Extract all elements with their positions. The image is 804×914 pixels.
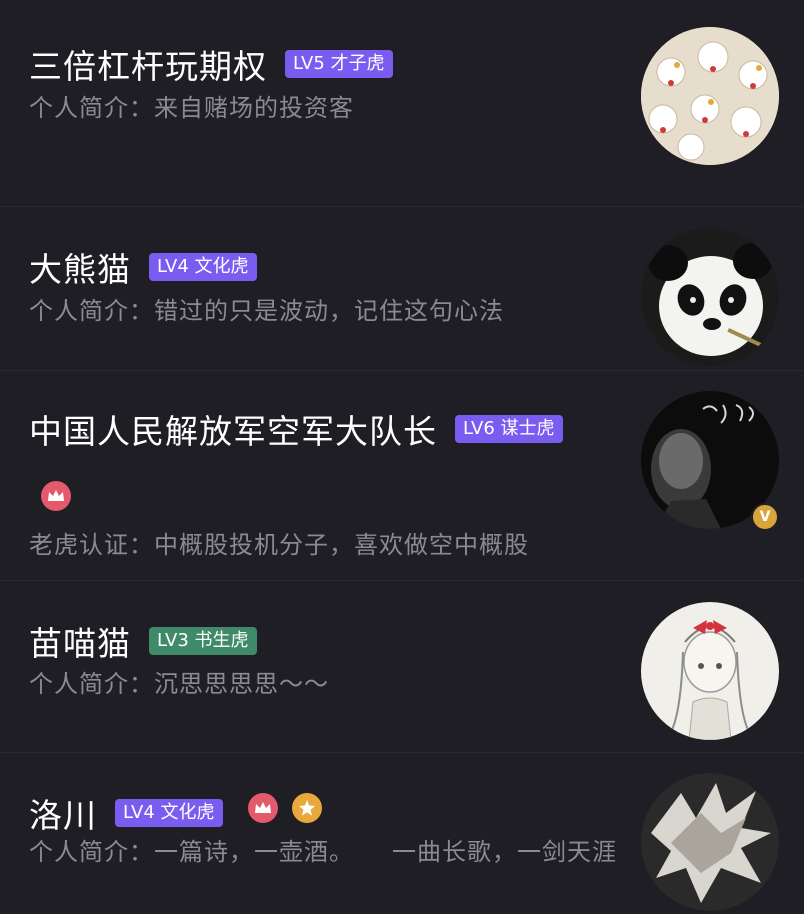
user-name[interactable]: 三倍杠杆玩期权	[29, 40, 267, 88]
list-item[interactable]: 苗喵猫 LV3 书生虎 个人简介：沉思思思思～～	[0, 581, 804, 753]
crown-icon	[248, 793, 278, 823]
level-badge: LV3 书生虎	[149, 627, 257, 655]
list-item[interactable]: 大熊猫 LV4 文化虎 个人简介：错过的只是波动，记住这句心法	[0, 207, 804, 371]
user-name[interactable]: 中国人民解放军空军大队长	[29, 405, 437, 453]
list-item[interactable]: 三倍杠杆玩期权 LV5 才子虎 个人简介：来自赌场的投资客	[0, 0, 804, 207]
user-list: 三倍杠杆玩期权 LV5 才子虎 个人简介：来自赌场的投资客 大熊猫 LV4 文化…	[0, 0, 804, 914]
avatar[interactable]	[641, 773, 779, 911]
list-item[interactable]: 中国人民解放军空军大队长 LV6 谋士虎 老虎认证：中概股投机分子，喜欢做空中概…	[0, 371, 804, 581]
user-name[interactable]: 苗喵猫	[29, 617, 131, 665]
user-name[interactable]: 洛川	[29, 789, 97, 837]
avatar[interactable]	[641, 27, 779, 165]
user-bio: 个人简介：沉思思思思～～	[29, 670, 329, 698]
user-name[interactable]: 大熊猫	[29, 243, 131, 291]
list-item[interactable]: 洛川 LV4 文化虎 个人简介：一篇诗，一壶酒。 一曲长歌，一剑天涯	[0, 753, 804, 914]
avatar[interactable]	[641, 228, 779, 366]
user-bio: 个人简介：一篇诗，一壶酒。 一曲长歌，一剑天涯	[29, 838, 617, 866]
level-badge: LV4 文化虎	[115, 799, 223, 827]
verified-icon: V	[751, 503, 779, 531]
star-icon	[292, 793, 322, 823]
user-bio: 老虎认证：中概股投机分子，喜欢做空中概股	[29, 531, 529, 559]
level-badge: LV5 才子虎	[285, 50, 393, 78]
crown-icon	[41, 481, 71, 511]
level-badge: LV6 谋士虎	[455, 415, 563, 443]
user-bio: 个人简介：来自赌场的投资客	[29, 94, 354, 122]
avatar[interactable]	[641, 602, 779, 740]
user-bio: 个人简介：错过的只是波动，记住这句心法	[29, 297, 504, 325]
level-badge: LV4 文化虎	[149, 253, 257, 281]
